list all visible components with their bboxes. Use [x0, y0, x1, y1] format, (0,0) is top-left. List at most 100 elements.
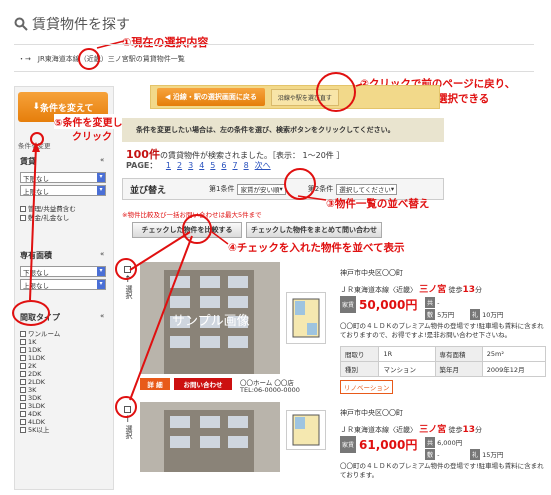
chevron-down-icon: ▾ [279, 185, 283, 193]
floorplan-icon [292, 298, 320, 338]
breadcrumb-arrow-icon: ・→ [18, 55, 38, 63]
left-arrow-icon: ◀ [165, 93, 173, 101]
table-cell: 種別 [339, 361, 380, 377]
table-cell: 築年月 [434, 361, 483, 377]
checkbox[interactable] [20, 215, 26, 221]
listing-2-price: 家賃 61,000円 [340, 436, 417, 453]
layout-checkbox-item[interactable]: 4DK [20, 410, 60, 418]
layout-checkbox-item[interactable]: 5K以上 [20, 426, 60, 434]
floorplan-icon [292, 414, 320, 446]
checkbox[interactable] [20, 355, 26, 361]
layout-label: 5K以上 [28, 426, 50, 434]
layout-label: 1DK [28, 346, 42, 354]
next-page-link[interactable]: 次へ [255, 161, 271, 170]
fee-checkbox-2[interactable]: 敷金/礼金なし [20, 214, 69, 222]
listing-1-price: 家賃 50,000円 [340, 296, 417, 313]
layout-checkbox-item[interactable]: 1DK [20, 346, 60, 354]
listing-2-photo[interactable] [140, 402, 280, 472]
checkbox[interactable] [20, 371, 26, 377]
checkbox[interactable] [20, 387, 26, 393]
agent-tel: TEL:06-0000-0000 [240, 386, 300, 394]
listing-1-photo[interactable]: サンプル画像 [140, 262, 280, 374]
rent-tag: 家賃 [340, 436, 357, 453]
layout-checkbox-item[interactable]: 2LDK [20, 378, 60, 386]
collapse-icon[interactable]: « [100, 312, 104, 320]
rent-value: 61,000円 [359, 438, 418, 452]
rent-max-select[interactable]: 上限なし ▾ [20, 185, 106, 196]
listing-1-table: 間取り 1R 専有面積 25m² 種別 マンション 築年月 2009年12月 [339, 346, 547, 377]
checkbox[interactable] [20, 339, 26, 345]
checkbox[interactable] [20, 403, 26, 409]
area-max-select[interactable]: 上限なし ▾ [20, 279, 106, 290]
fee-checkbox-1[interactable]: 管理/共益費含む [20, 205, 76, 213]
sort-label: 並び替え [129, 185, 166, 196]
sort-cond1-label: 第1条件 [209, 185, 235, 193]
renovation-tag: リノベーション [340, 380, 394, 394]
layout-checkbox-item[interactable]: 3K [20, 386, 60, 394]
page-link[interactable]: 1 [166, 161, 171, 170]
checkbox[interactable] [20, 347, 26, 353]
page-link[interactable]: 6 [221, 161, 226, 170]
checkbox[interactable] [20, 395, 26, 401]
layout-checkbox-item[interactable]: ワンルーム [20, 330, 60, 338]
page-title-text: 賃貸物件を探す [32, 17, 130, 33]
chevron-down-icon: ▾ [97, 267, 105, 276]
detail-button[interactable]: 詳 細 [140, 378, 170, 390]
table-cell: マンション [378, 361, 436, 377]
page-link[interactable]: 3 [188, 161, 193, 170]
table-row: 種別 マンション 築年月 2009年12月 [339, 361, 547, 377]
checkbox[interactable] [20, 363, 26, 369]
rent-min-select[interactable]: 下限なし ▾ [20, 172, 106, 183]
layout-checkbox-item[interactable]: 4LDK [20, 418, 60, 426]
collapse-icon[interactable]: « [100, 250, 104, 258]
checkbox[interactable] [20, 419, 26, 425]
layout-label: 2DK [28, 370, 42, 378]
bulk-inquiry-button[interactable]: チェックした物件をまとめて問い合わせ [246, 222, 382, 238]
floorplan-thumb[interactable] [286, 410, 326, 450]
photo-caption: サンプル画像 [172, 314, 250, 329]
page-link[interactable]: 2 [177, 161, 182, 170]
chevron-down-icon: ▾ [97, 186, 105, 195]
collapse-icon[interactable]: « [100, 156, 104, 164]
listing-1-common: 共 - [425, 297, 440, 308]
layout-label: 3LDK [28, 402, 46, 410]
listing-1-deposit: 敷 5万円 [425, 309, 455, 320]
table-cell: 2009年12月 [481, 361, 547, 377]
checkbox[interactable] [20, 206, 26, 212]
rent-tag: 家賃 [340, 296, 357, 313]
chevron-down-icon: ▾ [97, 173, 105, 182]
page-link[interactable]: 7 [232, 161, 237, 170]
layout-checkbox-item[interactable]: 1K [20, 338, 60, 346]
page-link[interactable]: 8 [244, 161, 249, 170]
annotation-5a: ⑤条件を変更して [54, 114, 133, 129]
inquiry-button[interactable]: お問い合わせ [174, 378, 232, 390]
annotation-3: ③物件一覧の並べ替え [326, 198, 430, 210]
listing-2-desc: 〇〇町の４ＬＤＫのプレミアム物件の登場です!駐車場も賃料に含まれております。 [340, 462, 544, 479]
layout-label: 3DK [28, 394, 42, 402]
listing-1-address: 神戸市中央区〇〇町 [340, 269, 403, 277]
table-cell: 間取り [339, 346, 380, 362]
sort-cond1-select[interactable]: 家賃が安い順 ▾ [237, 183, 286, 195]
floorplan-thumb[interactable] [286, 292, 326, 344]
page-link[interactable]: 5 [210, 161, 215, 170]
layout-checkbox-item[interactable]: 3LDK [20, 402, 60, 410]
layout-checkbox-item[interactable]: 1LDK [20, 354, 60, 362]
layout-checkbox-item[interactable]: 3DK [20, 394, 60, 402]
checkbox[interactable] [20, 411, 26, 417]
layout-checkbox-item[interactable]: 2DK [20, 370, 60, 378]
area-min-select[interactable]: 下限なし ▾ [20, 266, 106, 277]
annotation-4: ④チェックを入れた物件を並べて表示 [228, 242, 405, 254]
checkbox[interactable] [20, 427, 26, 433]
annotation-5b: クリック [72, 132, 112, 143]
page-title: 賃貸物件を探す [14, 14, 130, 34]
listing-1-desc: 〇〇町の４ＬＤＫのプレミアム物件の登場です!駐車場も賃料に含まれておりますので、… [340, 322, 544, 339]
listing-1-access: ＪＲ東海道本線〈近畿〉 三ノ宮 徒歩13分 [340, 285, 483, 295]
pagination: PAGE： 1 2 3 4 5 6 7 8 次へ [126, 161, 271, 170]
back-to-line-button[interactable]: ◀ 沿線・駅の選択画面に戻る [157, 88, 265, 106]
annotation-circle-sort [284, 168, 316, 200]
sort-cond2-select[interactable]: 選択してください ▾ [336, 183, 398, 195]
checkbox[interactable] [20, 331, 26, 337]
checkbox[interactable] [20, 379, 26, 385]
page-link[interactable]: 4 [199, 161, 204, 170]
layout-checkbox-item[interactable]: 2K [20, 362, 60, 370]
